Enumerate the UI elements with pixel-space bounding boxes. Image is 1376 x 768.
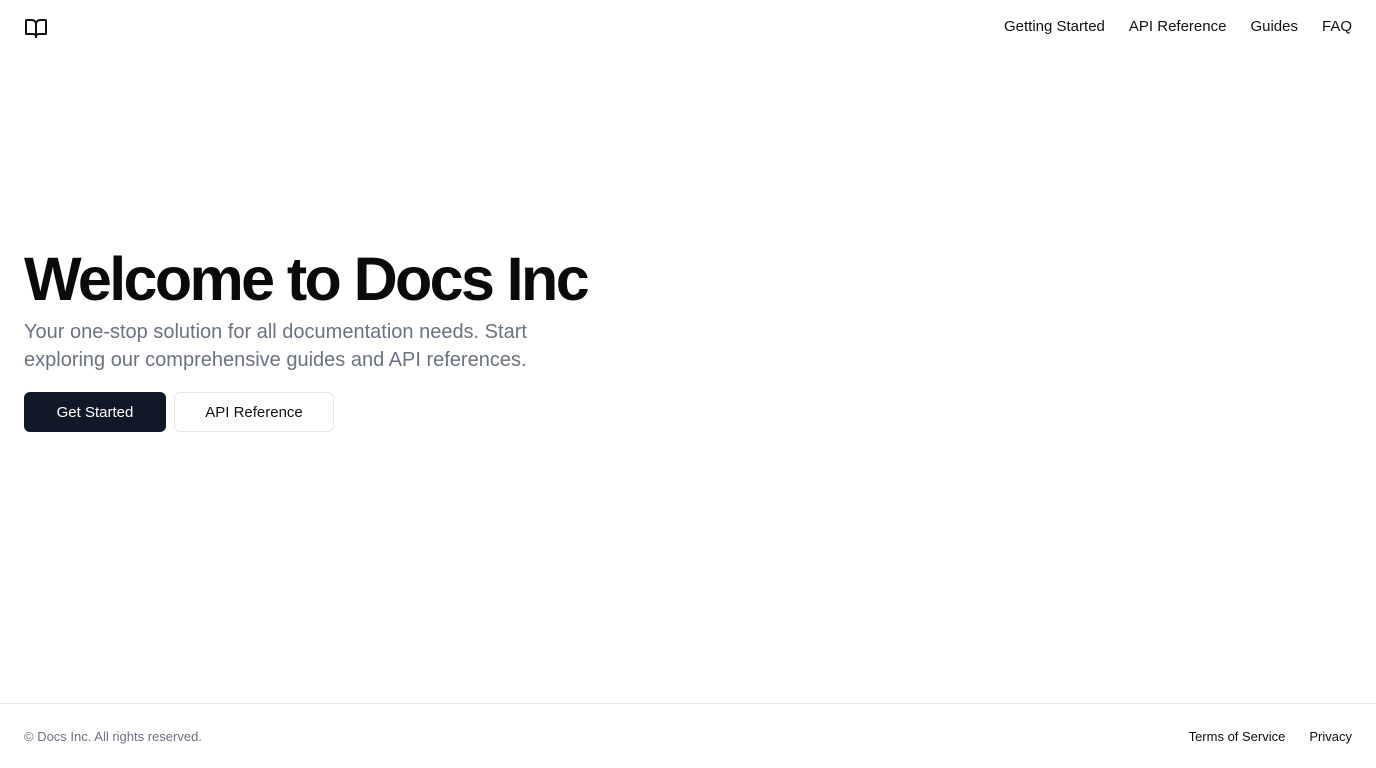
site-footer: © Docs Inc. All rights reserved. Terms o…	[0, 703, 1376, 768]
hero-subtitle: Your one-stop solution for all documenta…	[24, 321, 527, 371]
get-started-button[interactable]: Get Started	[24, 392, 166, 432]
page: Getting Started API Reference Guides FAQ…	[0, 0, 1376, 768]
nav-link-api-reference[interactable]: API Reference	[1129, 17, 1227, 37]
footer-links: Terms of Service Privacy	[1189, 728, 1352, 746]
terms-of-service-link[interactable]: Terms of Service	[1189, 728, 1286, 746]
home-logo-link[interactable]	[24, 16, 48, 40]
hero-section: Welcome to Docs Inc Your one-stop soluti…	[24, 246, 644, 432]
main-nav: Getting Started API Reference Guides FAQ	[1004, 17, 1352, 37]
api-reference-button[interactable]: API Reference	[174, 392, 334, 432]
privacy-link[interactable]: Privacy	[1309, 728, 1352, 746]
site-header: Getting Started API Reference Guides FAQ	[0, 0, 1376, 56]
copyright-text: © Docs Inc. All rights reserved.	[24, 729, 202, 744]
nav-link-getting-started[interactable]: Getting Started	[1004, 17, 1105, 37]
hero-actions: Get Started API Reference	[24, 392, 644, 432]
nav-link-faq[interactable]: FAQ	[1322, 17, 1352, 37]
nav-link-guides[interactable]: Guides	[1250, 17, 1298, 37]
book-open-icon	[25, 19, 47, 38]
hero-title: Welcome to Docs Inc	[24, 245, 590, 313]
